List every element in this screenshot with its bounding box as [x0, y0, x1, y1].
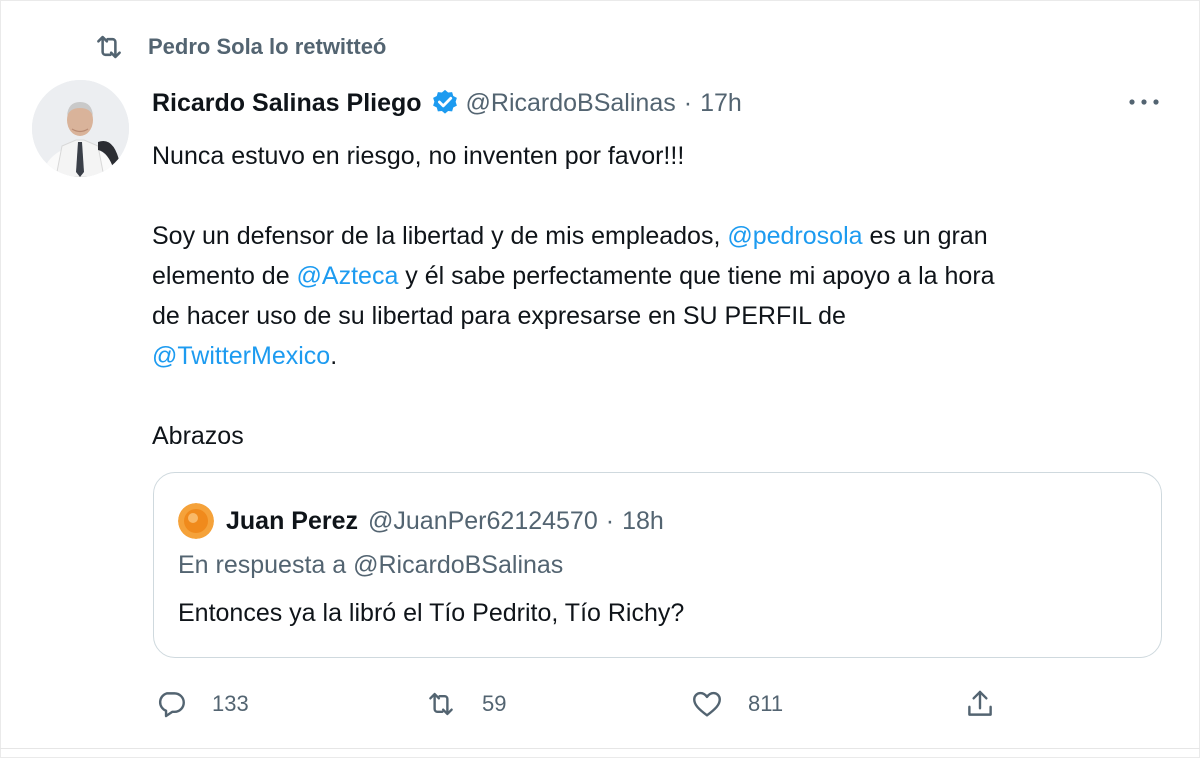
quoted-tweet-text: Entonces ya la libró el Tío Pedrito, Tío…	[178, 599, 685, 627]
tweet-text-segment: y él sabe perfectamente que tiene mi apo…	[398, 262, 995, 290]
author-name[interactable]: Ricardo Salinas Pliego	[152, 89, 422, 118]
retweet-header[interactable]: Pedro Sola lo retwitteó	[92, 30, 386, 64]
retweet-count: 59	[482, 691, 507, 716]
share-button[interactable]	[963, 686, 997, 722]
reply-icon	[158, 692, 185, 718]
author-avatar-image	[32, 80, 129, 177]
tweet-timestamp[interactable]: 17h	[700, 89, 742, 118]
tweet-text-segment: .	[330, 342, 338, 370]
mention-link[interactable]: @TwitterMexico	[152, 342, 330, 370]
tweet-text-segment: es un gran	[862, 222, 988, 250]
share-icon	[968, 690, 992, 716]
separator-dot: ·	[683, 88, 693, 117]
tweet-paragraph: Abrazos	[152, 422, 244, 450]
tweet-paragraph: elemento de @Azteca y él sabe perfectame…	[152, 256, 1152, 296]
quoted-tweet-header: Juan Perez @JuanPer62124570 · 18h	[178, 501, 664, 541]
reply-context: En respuesta a @RicardoBSalinas	[178, 551, 564, 579]
like-button[interactable]: 811	[690, 686, 783, 722]
divider	[0, 748, 1200, 749]
verified-badge-icon	[432, 89, 457, 114]
retweet-icon	[97, 35, 121, 59]
tweet-text: Nunca estuvo en riesgo, no inventen por …	[152, 136, 1152, 456]
quoted-tweet[interactable]: Juan Perez @JuanPer62124570 · 18h En res…	[153, 472, 1162, 658]
tweet-paragraph: @TwitterMexico.	[152, 336, 1152, 376]
author-avatar[interactable]	[32, 80, 129, 177]
tweet-paragraph: de hacer uso de su libertad para expresa…	[152, 302, 846, 330]
mention-link[interactable]: @pedrosola	[727, 222, 862, 250]
reply-button[interactable]: 133	[154, 686, 249, 722]
tweet-text-segment: elemento de	[152, 262, 297, 290]
separator-dot: ·	[605, 506, 615, 535]
quoted-author-avatar[interactable]	[178, 503, 214, 539]
author-handle[interactable]: @RicardoBSalinas	[466, 89, 676, 118]
retweet-action-icon	[429, 692, 453, 716]
tweet-text-segment: Soy un defensor de la libertad y de mis …	[152, 222, 728, 250]
mention-link[interactable]: @Azteca	[297, 262, 399, 290]
like-icon	[693, 691, 721, 717]
retweeted-by-text[interactable]: Pedro Sola lo retwitteó	[148, 34, 386, 60]
reply-count: 133	[212, 691, 249, 716]
tweet-paragraph: Nunca estuvo en riesgo, no inventen por …	[152, 142, 685, 170]
retweet-button[interactable]: 59	[424, 686, 506, 722]
like-count: 811	[748, 691, 784, 716]
quoted-tweet-timestamp[interactable]: 18h	[622, 507, 664, 536]
tweet-header: Ricardo Salinas Pliego @RicardoBSalinas …	[152, 82, 742, 124]
more-options-icon[interactable]	[1122, 90, 1166, 114]
quoted-author-handle[interactable]: @JuanPer62124570	[368, 507, 598, 536]
tweet-paragraph: Soy un defensor de la libertad y de mis …	[152, 216, 1152, 256]
quoted-author-name[interactable]: Juan Perez	[226, 507, 358, 536]
